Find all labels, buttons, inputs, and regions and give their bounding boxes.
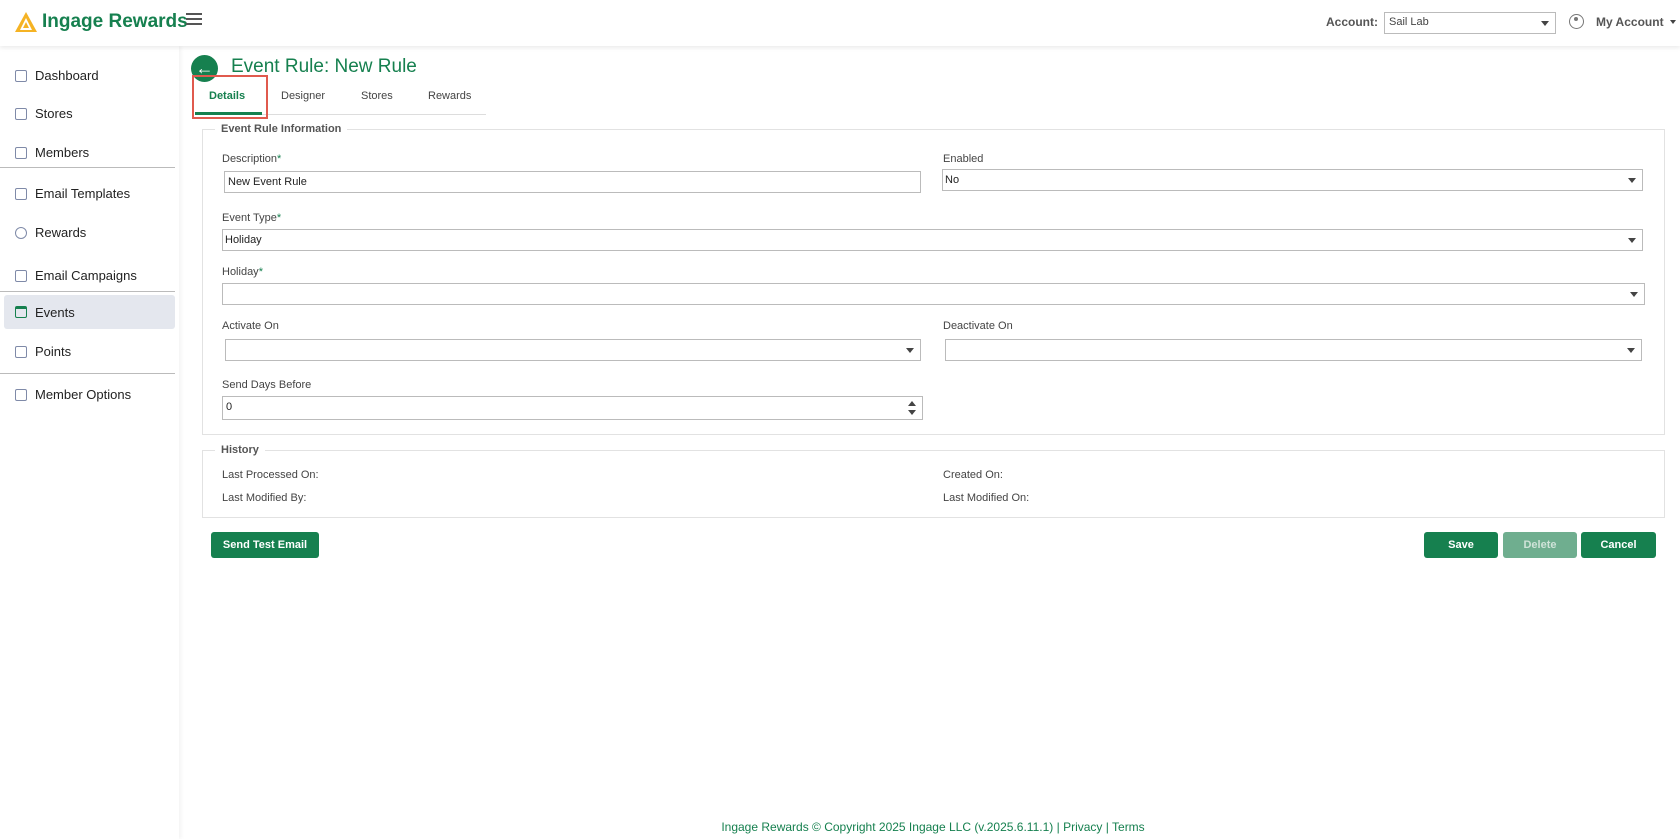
stepper-up-icon[interactable] [908, 401, 916, 406]
history-section: History [202, 444, 1665, 518]
event-type-select-value: Holiday [225, 234, 262, 246]
save-button[interactable]: Save [1424, 532, 1498, 558]
logo-icon [15, 12, 37, 32]
account-label: Account: [1326, 15, 1378, 29]
sidebar-item-members[interactable]: Members [4, 136, 175, 170]
chevron-down-icon [1630, 292, 1638, 297]
my-account-label: My Account [1596, 15, 1664, 29]
cube-icon [15, 389, 27, 401]
chevron-down-icon [1669, 20, 1676, 24]
enabled-select-value: No [945, 174, 960, 186]
sidebar-item-points[interactable]: Points [4, 335, 175, 369]
description-label-text: Description [222, 153, 278, 165]
sidebar-item-label: Stores [35, 106, 73, 121]
stepper-down-icon[interactable] [908, 410, 916, 415]
calendar-icon [15, 306, 27, 318]
chevron-down-icon [906, 348, 914, 353]
top-bar: Ingage Rewards Account: Sail Lab My Acco… [0, 0, 1680, 46]
tab-rewards[interactable]: Rewards [428, 90, 471, 102]
my-account-menu[interactable]: My Account [1596, 15, 1676, 29]
deactivate-on-select[interactable] [945, 339, 1642, 361]
account-select[interactable]: Sail Lab [1384, 12, 1556, 34]
required-mark: * [276, 212, 282, 224]
required-mark: * [258, 266, 263, 278]
sidebar-item-label: Points [35, 344, 72, 359]
footer-separator: | [1105, 820, 1109, 834]
store-icon [15, 108, 27, 120]
footer: Ingage Rewards © Copyright 2025 Ingage L… [0, 820, 1680, 834]
send-days-before-label: Send Days Before [222, 379, 312, 391]
list-icon [15, 346, 27, 358]
sidebar-divider [0, 373, 175, 374]
tab-highlight-box [192, 75, 268, 119]
activate-on-label: Activate On [222, 320, 279, 332]
event-type-select[interactable]: Holiday [222, 229, 1643, 251]
copyright-text: Ingage Rewards © Copyright 2025 Ingage L… [721, 820, 1054, 834]
user-circle-icon[interactable] [1569, 14, 1584, 29]
chevron-down-icon [1628, 238, 1636, 243]
sidebar-item-events[interactable]: Events [4, 295, 175, 329]
dashboard-icon [15, 70, 27, 82]
delete-button: Delete [1503, 532, 1577, 558]
sidebar-item-email-templates[interactable]: Email Templates [4, 177, 175, 211]
sidebar: Dashboard Stores Members Email Templates… [0, 46, 179, 839]
sidebar-item-label: Dashboard [35, 68, 99, 83]
activate-on-select[interactable] [225, 339, 921, 361]
holiday-select[interactable] [222, 283, 1645, 305]
event-type-label: Event Type* [222, 212, 281, 224]
send-days-before-value: 0 [226, 401, 233, 413]
chevron-down-icon [1541, 21, 1549, 26]
account-select-value: Sail Lab [1389, 16, 1429, 28]
envelope-icon [15, 270, 27, 282]
created-on-label: Created On: [943, 469, 1003, 481]
event-type-label-text: Event Type [222, 212, 277, 224]
sidebar-item-dashboard[interactable]: Dashboard [4, 59, 175, 93]
sidebar-divider [0, 291, 175, 292]
email-template-icon [15, 188, 27, 200]
privacy-link[interactable]: Privacy [1063, 820, 1102, 834]
sidebar-item-label: Email Campaigns [35, 268, 137, 283]
sidebar-item-label: Rewards [35, 225, 87, 240]
sidebar-divider [0, 167, 175, 168]
terms-link[interactable]: Terms [1112, 820, 1145, 834]
send-test-email-button[interactable]: Send Test Email [211, 532, 319, 558]
sidebar-item-label: Events [35, 305, 75, 320]
sidebar-item-label: Member Options [35, 387, 132, 402]
chevron-down-icon [1628, 178, 1636, 183]
sidebar-item-label: Members [35, 145, 90, 160]
sidebar-item-stores[interactable]: Stores [4, 97, 175, 131]
sidebar-item-label: Email Templates [35, 186, 131, 201]
send-days-before-stepper[interactable]: 0 [222, 396, 923, 420]
menu-toggle-icon[interactable] [186, 13, 202, 27]
deactivate-on-label: Deactivate On [943, 320, 1013, 332]
required-mark: * [277, 153, 282, 165]
last-modified-on-label: Last Modified On: [943, 492, 1030, 504]
tab-designer[interactable]: Designer [281, 90, 325, 102]
last-modified-by-label: Last Modified By: [222, 492, 307, 504]
sidebar-item-rewards[interactable]: Rewards [4, 216, 175, 250]
brand-name[interactable]: Ingage Rewards [42, 11, 188, 33]
award-icon [15, 227, 27, 239]
enabled-select[interactable]: No [942, 169, 1643, 191]
cancel-button[interactable]: Cancel [1581, 532, 1656, 558]
holiday-label-text: Holiday [222, 266, 259, 278]
section-legend: History [221, 444, 259, 456]
holiday-label: Holiday* [222, 266, 263, 278]
description-field[interactable]: New Event Rule [224, 171, 921, 193]
chevron-down-icon [1627, 348, 1635, 353]
last-processed-label: Last Processed On: [222, 469, 319, 481]
enabled-label: Enabled [943, 153, 984, 165]
members-icon [15, 147, 27, 159]
sidebar-item-email-campaigns[interactable]: Email Campaigns [4, 259, 175, 293]
footer-separator: | [1056, 820, 1060, 834]
description-label: Description* [222, 153, 281, 165]
sidebar-item-member-options[interactable]: Member Options [4, 378, 175, 412]
section-legend: Event Rule Information [221, 123, 342, 135]
tab-stores[interactable]: Stores [361, 90, 393, 102]
